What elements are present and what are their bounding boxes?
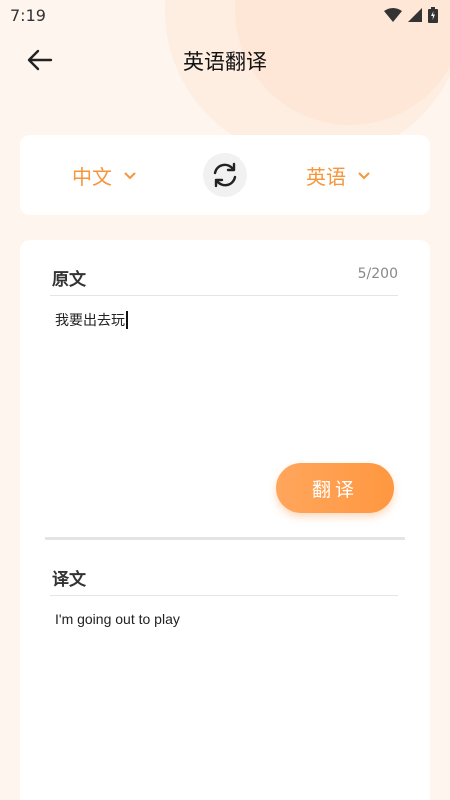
translate-button[interactable]: 翻译 [276, 463, 394, 513]
target-language-label: 英语 [306, 165, 346, 189]
signal-icon [408, 8, 422, 22]
source-text: 我要出去玩 [55, 313, 125, 329]
text-cursor [126, 311, 128, 329]
translated-text: I'm going out to play [55, 611, 180, 627]
source-language-select[interactable]: 中文 [72, 161, 136, 190]
battery-icon [428, 7, 438, 23]
target-language-select[interactable]: 英语 [306, 161, 370, 190]
divider [50, 595, 398, 596]
character-count: 5/200 [357, 266, 398, 282]
status-bar: 7:19 [0, 0, 450, 30]
chevron-down-icon [358, 172, 370, 179]
divider [50, 295, 398, 296]
source-text-input[interactable]: 我要出去玩 [55, 310, 128, 330]
section-divider [45, 537, 405, 540]
source-language-label: 中文 [72, 165, 112, 189]
language-selector-card: 中文 英语 [20, 135, 430, 215]
swap-icon [213, 162, 237, 188]
header: 英语翻译 [0, 40, 450, 80]
chevron-down-icon [124, 172, 136, 179]
wifi-icon [384, 8, 402, 22]
swap-languages-button[interactable] [203, 153, 247, 197]
source-label: 原文 [52, 270, 86, 290]
target-label: 译文 [52, 570, 86, 590]
status-icons [384, 7, 438, 23]
page-title: 英语翻译 [183, 50, 267, 74]
translation-card: 原文 5/200 我要出去玩 翻译 译文 I'm going out to pl… [20, 240, 430, 800]
status-time: 7:19 [10, 5, 46, 25]
